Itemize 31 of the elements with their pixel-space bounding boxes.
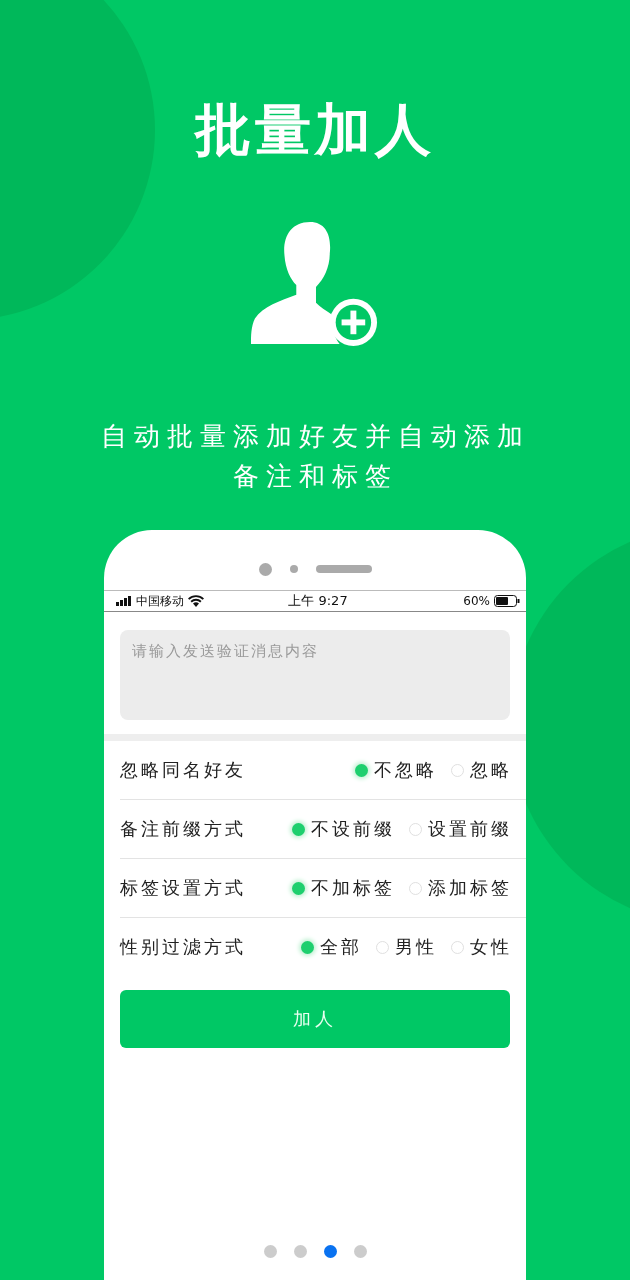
page-dot[interactable] — [353, 1245, 367, 1258]
setting-label: 性别过滤方式 — [120, 935, 246, 959]
add-person-icon — [251, 220, 379, 348]
radio-option[interactable]: 不忽略 — [355, 758, 437, 782]
sensor-dot — [289, 565, 298, 573]
subtitle-text: 自动批量添加好友并自动添加 — [100, 420, 530, 453]
radio-option[interactable]: 添加标签 — [409, 876, 512, 900]
page-dot[interactable] — [263, 1245, 277, 1258]
message-field[interactable]: 请输入发送验证消息内容 — [120, 630, 510, 720]
radio-option[interactable]: 忽略 — [451, 758, 512, 782]
camera-dot — [258, 562, 272, 576]
radio-option[interactable]: 女性 — [451, 935, 512, 959]
battery-icon — [494, 595, 520, 607]
radio-option[interactable]: 不设前缀 — [292, 817, 395, 841]
page-dot[interactable] — [293, 1245, 307, 1258]
carrier-text: 中国移动 — [136, 592, 184, 610]
setting-label: 忽略同名好友 — [120, 758, 246, 782]
speaker-slot — [315, 565, 372, 573]
page-dot[interactable] — [323, 1245, 337, 1258]
radio-option[interactable]: 男性 — [376, 935, 437, 959]
radio-option[interactable]: 不加标签 — [292, 876, 395, 900]
subtitle-text: 备注和标签 — [232, 460, 398, 493]
battery-text: 60% — [463, 594, 490, 608]
wifi-icon — [188, 595, 204, 607]
radio-option[interactable]: 全部 — [301, 935, 362, 959]
setting-label: 标签设置方式 — [120, 876, 246, 900]
time-text: 上午 9:27 — [288, 592, 348, 610]
radio-option[interactable]: 设置前缀 — [409, 817, 512, 841]
page-title: 批量加人 — [195, 96, 435, 164]
signal-icon — [116, 596, 132, 606]
setting-label: 备注前缀方式 — [120, 817, 246, 841]
